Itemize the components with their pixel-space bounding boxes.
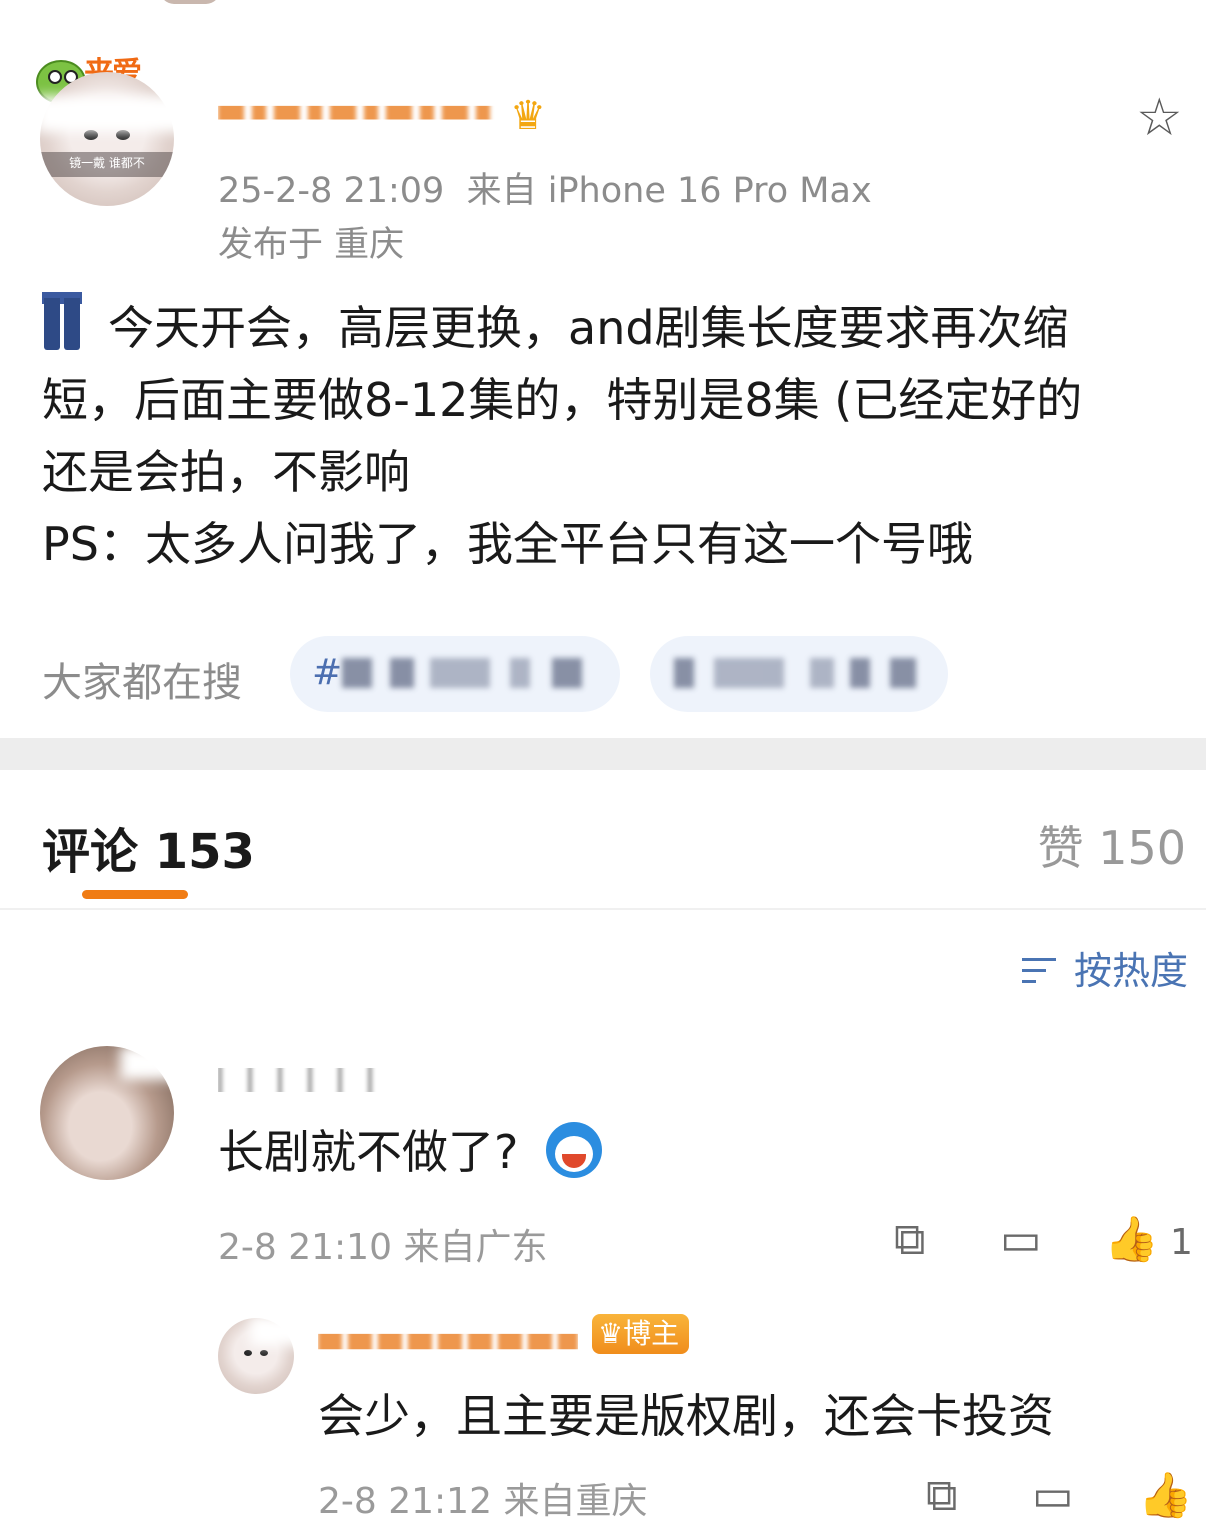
post-time: 25-2-8 21:09 [218, 171, 445, 211]
comment-time: 2-8 21:10 [218, 1227, 392, 1268]
tab-comments[interactable]: 评论 153 [42, 812, 255, 882]
like-count: 1 [1170, 1222, 1193, 1263]
reply-icon[interactable]: ▭ [1032, 1474, 1074, 1518]
comment-location: 来自广东 [403, 1227, 548, 1268]
section-divider [0, 738, 1206, 770]
reply-location: 来自重庆 [503, 1481, 648, 1522]
star-icon[interactable]: ☆ [1136, 92, 1183, 144]
like-icon[interactable]: 👍 [1104, 1218, 1159, 1262]
redaction-mask [120, 1046, 190, 1080]
author-avatar-caption: 镜一戴 谁都不 [40, 152, 174, 177]
share-icon[interactable]: ⧉ [926, 1474, 957, 1518]
redaction-mask [36, 96, 186, 132]
reply-text: 会少，且主要是版权剧，还会卡投资 [318, 1389, 1054, 1443]
sort-icon [1021, 954, 1062, 988]
post-line-1: 今天开会，高层更换，and剧集长度要求再次缩 [42, 292, 1192, 364]
author-name-redacted[interactable] [218, 105, 498, 120]
redaction-mask [250, 1316, 310, 1346]
hashtag-symbol: # [312, 652, 343, 693]
post-line-3: 还是会拍，不影响 [42, 445, 410, 499]
reply-icon[interactable]: ▭ [1000, 1218, 1042, 1262]
reply-meta: 2-8 21:12 来自重庆 [318, 1472, 647, 1524]
commenter-name-redacted[interactable] [218, 1068, 398, 1092]
author-avatar[interactable]: 镜一戴 谁都不 [40, 72, 174, 206]
active-tab-indicator [82, 890, 188, 899]
reply-time: 2-8 21:12 [318, 1481, 492, 1522]
like-icon[interactable]: 👍 [1138, 1474, 1193, 1518]
trending-search-label: 大家都在搜 [42, 660, 242, 706]
share-icon[interactable]: ⧉ [894, 1218, 925, 1262]
tab-likes[interactable]: 赞 150 [1038, 812, 1186, 878]
post-body: 今天开会，高层更换，and剧集长度要求再次缩 短，后面主要做8-12集的，特别是… [42, 292, 1192, 580]
reply-author-name-redacted[interactable] [318, 1333, 578, 1350]
jeans-emoji-icon [42, 292, 82, 350]
sort-label: 按热度 [1073, 949, 1188, 993]
trending-search-chip[interactable]: # [290, 636, 620, 712]
post-location: 发布于 重庆 [218, 225, 405, 265]
post-line-2: 短，后面主要做8-12集的，特别是8集 (已经定好的 [42, 373, 1083, 427]
trending-search-chip[interactable] [650, 636, 948, 712]
previous-avatar-fragment [160, 0, 220, 4]
blogger-badge-label: 博主 [623, 1317, 680, 1350]
blogger-badge: ♛博主 [592, 1314, 690, 1354]
post-line-4: PS：太多人问我了，我全平台只有这一个号哦 [42, 517, 973, 571]
post-meta-time-device: 25-2-8 21:09 来自 iPhone 16 Pro Max [218, 162, 872, 213]
tab-divider [0, 908, 1206, 910]
crown-icon: ♛ [510, 93, 546, 139]
post-device: 来自 iPhone 16 Pro Max [466, 171, 872, 211]
doraemon-emoji-icon [546, 1122, 603, 1178]
comment-meta: 2-8 21:10 来自广东 [218, 1218, 547, 1270]
comment-text: 长剧就不做了? [218, 1116, 603, 1182]
sort-by-hot-button[interactable]: 按热度 [1021, 940, 1188, 995]
